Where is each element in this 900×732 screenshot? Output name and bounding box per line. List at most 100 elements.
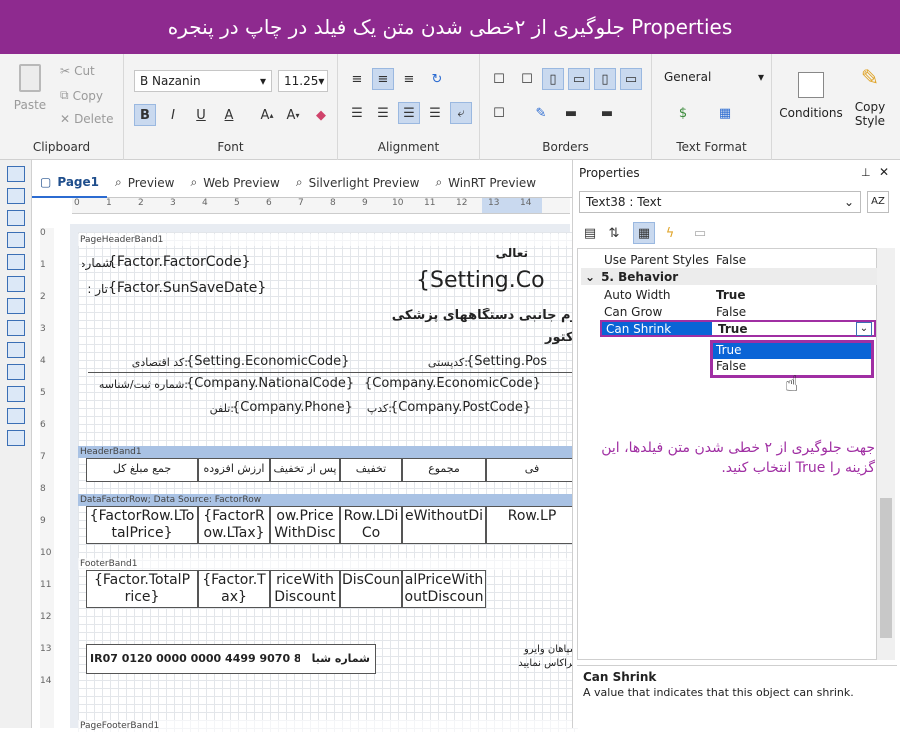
grow-font-button[interactable]: A ▴ — [256, 104, 278, 126]
cross-band-icon[interactable] — [6, 210, 25, 226]
setting-postal-field[interactable]: {Setting.Pos — [466, 354, 578, 369]
column-header[interactable]: ارزش افزوده — [198, 458, 270, 482]
copy-style-button[interactable]: ✎ Copy Style — [846, 66, 894, 128]
tab-web-preview[interactable]: ⌕ Web Preview — [182, 168, 287, 198]
events-icon[interactable]: ϟ — [659, 222, 681, 244]
footer-cell[interactable]: riceWith Discount — [270, 570, 340, 608]
panel-icon[interactable] — [6, 342, 25, 358]
bold-button[interactable]: B — [134, 104, 156, 126]
data-cell[interactable]: Row.LP — [486, 506, 578, 544]
factor-code-field[interactable]: {Factor.FactorCode} — [108, 254, 298, 270]
font-size-select[interactable]: 11.25 ▾ — [278, 70, 328, 92]
company-postcode-field[interactable]: {Company.PostCode} — [390, 400, 578, 415]
category-behavior[interactable]: ⌄ 5. Behavior — [581, 268, 877, 285]
pages-icon[interactable]: ▭ — [689, 222, 711, 244]
align-right-icon[interactable]: ☰ — [398, 102, 420, 124]
border-none-icon[interactable]: ☐ — [516, 68, 538, 90]
column-header[interactable]: تخفیف — [340, 458, 402, 482]
format-date-icon[interactable]: ▦ — [714, 102, 736, 124]
close-icon[interactable]: ✕ — [879, 165, 889, 179]
justify-icon[interactable]: ☰ — [424, 102, 446, 124]
underline-button[interactable]: U — [190, 104, 212, 126]
border-top-icon[interactable]: ▭ — [568, 68, 590, 90]
chart-icon[interactable] — [6, 386, 25, 402]
setting-economic-field[interactable]: {Setting.EconomicCode} — [186, 354, 366, 369]
scrollbar-thumb[interactable] — [880, 498, 892, 638]
image-icon[interactable] — [6, 232, 25, 248]
footer-cell[interactable]: {Factor.T ax} — [198, 570, 270, 608]
align-left-icon[interactable]: ☰ — [346, 102, 368, 124]
footer-cell[interactable]: alPriceWith outDiscoun — [402, 570, 486, 608]
cut-button[interactable]: ✂ Cut — [60, 64, 95, 78]
property-row[interactable]: Can Grow False — [600, 303, 876, 320]
text-format-select[interactable]: General ▾ — [664, 70, 764, 84]
align-bottom-icon[interactable]: ≡ — [398, 68, 420, 90]
align-center-icon[interactable]: ☰ — [372, 102, 394, 124]
delete-button[interactable]: ✕ Delete — [60, 112, 114, 126]
tab-winrt-preview[interactable]: ⌕ WinRT Preview — [427, 168, 544, 198]
align-top-icon[interactable]: ≡ — [346, 68, 368, 90]
tools-icon[interactable] — [6, 430, 25, 446]
font-family-select[interactable]: B Nazanin ▾ — [134, 70, 272, 92]
shrink-font-button[interactable]: A ▾ — [282, 104, 304, 126]
data-cell[interactable]: {FactorR ow.LTax} — [198, 506, 270, 544]
border-left-icon[interactable]: ▯ — [542, 68, 564, 90]
scrollbar[interactable] — [877, 248, 895, 660]
properties-tab-icon[interactable]: ▦ — [633, 222, 655, 244]
border-width-icon[interactable]: ▬ — [596, 102, 618, 124]
data-cell[interactable]: eWithoutDi — [402, 506, 486, 544]
text-icon[interactable] — [6, 298, 25, 314]
font-color-button[interactable]: A — [218, 104, 240, 126]
footer-cell[interactable]: DisCoun — [340, 570, 402, 608]
chevron-down-icon[interactable]: ⌄ — [856, 321, 872, 336]
footer-band[interactable]: FooterBand1 — [78, 558, 578, 570]
pin-icon[interactable]: ⊥ — [861, 166, 871, 179]
paste-button[interactable]: Paste — [8, 64, 52, 112]
header-band[interactable]: HeaderBand1 — [78, 446, 578, 458]
shadow-icon[interactable]: ☐ — [488, 102, 510, 124]
band-icon[interactable] — [6, 188, 25, 204]
column-header[interactable]: مجموع — [402, 458, 486, 482]
property-row[interactable]: Use Parent Styles False — [600, 251, 876, 268]
data-cell[interactable]: Row.LDi Co — [340, 506, 402, 544]
categorized-icon[interactable]: ▤ — [579, 222, 601, 244]
band-icon[interactable] — [6, 166, 25, 182]
footer-cell[interactable]: {Factor.TotalP rice} — [86, 570, 198, 608]
sort-icon[interactable]: ⇅ — [603, 222, 625, 244]
copy-button[interactable]: ⧉ Copy — [60, 88, 103, 103]
option-true[interactable]: True — [713, 343, 871, 359]
container-icon[interactable] — [6, 364, 25, 380]
company-phone-field[interactable]: {Company.Phone} — [232, 400, 358, 415]
border-all-icon[interactable]: ☐ — [488, 68, 510, 90]
rich-text-icon[interactable] — [6, 320, 25, 336]
border-right-icon[interactable]: ▯ — [594, 68, 616, 90]
company-economic-field[interactable]: {Company.EconomicCode} — [364, 376, 578, 391]
italic-button[interactable]: I — [162, 104, 184, 126]
column-header[interactable]: پس از تخفیف — [270, 458, 340, 482]
word-wrap-icon[interactable]: ⤶ — [450, 102, 472, 124]
conditions-button[interactable]: Conditions — [778, 72, 844, 120]
rotate-icon[interactable]: ↻ — [426, 68, 448, 90]
company-national-field[interactable]: {Company.NationalCode} — [186, 376, 358, 391]
column-header[interactable]: جمع مبلغ کل — [86, 458, 198, 482]
align-middle-icon[interactable]: ≡ — [372, 68, 394, 90]
border-color-icon[interactable]: ✎ — [530, 102, 552, 124]
eraser-icon[interactable]: ◆ — [310, 104, 332, 126]
data-band[interactable]: DataFactorRow; Data Source: FactorRow — [78, 494, 578, 506]
format-number-icon[interactable]: $ — [672, 102, 694, 124]
table-icon[interactable] — [6, 276, 25, 292]
report-page[interactable]: PageHeaderBand1 {Factor.FactorCode} شمار… — [78, 232, 578, 732]
tab-page1[interactable]: ▢ Page1 — [32, 168, 107, 198]
page-footer-band[interactable]: PageFooterBand1 — [78, 720, 578, 732]
property-row[interactable]: Auto Width True — [600, 286, 876, 303]
picture-icon[interactable] — [6, 408, 25, 424]
page-icon[interactable] — [6, 254, 25, 270]
iban-value[interactable]: IR07 0120 0000 0000 4499 9070 85 — [90, 652, 300, 665]
sun-save-date-field[interactable]: {Factor.SunSaveDate} — [108, 280, 298, 296]
object-select[interactable]: Text38 : Text ⌄ — [579, 191, 861, 213]
border-style-icon[interactable]: ▬ — [560, 102, 582, 124]
column-header[interactable]: فی — [486, 458, 578, 482]
data-cell[interactable]: {FactorRow.LTo talPrice} — [86, 506, 198, 544]
tab-silverlight-preview[interactable]: ⌕ Silverlight Preview — [288, 168, 428, 198]
setting-company-field[interactable]: {Setting.Co — [416, 268, 578, 293]
